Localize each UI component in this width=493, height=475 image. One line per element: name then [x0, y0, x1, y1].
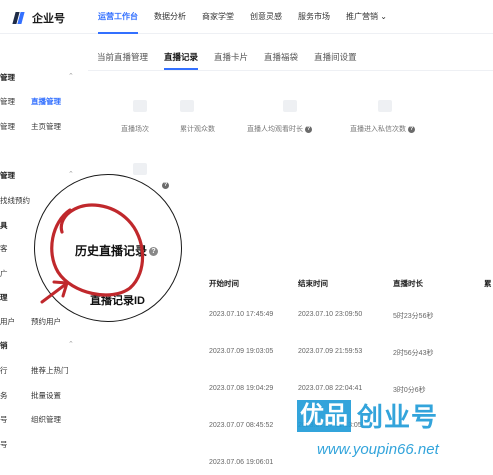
logo-icon — [12, 12, 28, 24]
sidebar-group[interactable]: 具 — [0, 220, 8, 231]
sidebar-group[interactable]: 销 — [0, 340, 8, 351]
stat-value-blurred — [378, 100, 392, 112]
watermark-box-text: 优品 — [297, 399, 351, 432]
table-cell-duration: 3时0分6秒 — [393, 387, 426, 394]
sidebar-item[interactable]: 找线预约 — [0, 195, 30, 206]
stat-value-blurred — [133, 100, 147, 112]
sidebar-item-org-management[interactable]: 组织管理 — [31, 414, 61, 425]
history-live-records-title: 历史直播记录? — [75, 242, 159, 259]
watermark: 优品 创业号 www.youpin66.net — [297, 397, 487, 467]
watermark-url: www.youpin66.net — [317, 441, 439, 458]
column-header-start: 开始时间 — [209, 279, 239, 288]
table-cell-start: 2023.07.09 19:03:05 — [209, 348, 274, 355]
chevron-up-icon[interactable]: ⌃ — [68, 170, 74, 178]
help-icon[interactable]: ? — [149, 247, 159, 257]
column-header-truncated: 累 — [484, 279, 492, 288]
nav-operations-workbench[interactable]: 运营工作台 — [90, 0, 146, 34]
tab-current-live[interactable]: 当前直播管理 — [97, 48, 148, 68]
sidebar-item-batch-settings[interactable]: 批量设置 — [31, 390, 61, 401]
sidebar-item-homepage[interactable]: 主页管理 — [31, 121, 61, 132]
column-header-duration: 直播时长 — [393, 279, 423, 288]
nav-merchant-school[interactable]: 商家学堂 — [194, 0, 242, 34]
sidebar-item[interactable]: 行 — [0, 365, 8, 376]
help-icon[interactable]: ? — [408, 125, 415, 133]
sidebar-item-recommend-hot[interactable]: 推荐上热门 — [31, 365, 69, 376]
sidebar-item[interactable]: 管理 — [0, 121, 15, 132]
stat-label-total-viewers: 累计观众数 — [180, 126, 215, 133]
table-cell-start: 2023.07.06 19:06:01 — [209, 459, 274, 466]
sidebar-item[interactable]: 用户 — [0, 316, 15, 327]
help-icon[interactable]: ? — [162, 182, 169, 189]
lens-title: 历史直播记录 — [75, 244, 148, 258]
magnifier-callout: 历史直播记录? 直播记录ID — [34, 174, 182, 322]
top-bar: 企业号 运营工作台 数据分析 商家学堂 创意灵感 服务市场 推广营销 ⌄ — [0, 0, 493, 34]
table-cell-start: 2023.07.08 19:04:29 — [209, 385, 274, 392]
stat-value-blurred — [180, 100, 194, 112]
stat-value-blurred — [133, 163, 147, 175]
tab-live-room-settings[interactable]: 直播间设置 — [314, 48, 357, 68]
nav-promotion-marketing[interactable]: 推广营销 ⌄ — [338, 0, 395, 34]
table-cell-start: 2023.07.10 17:45:49 — [209, 311, 274, 318]
sidebar-group[interactable]: 管理 — [0, 72, 15, 83]
stat-label-avg-watch-time: 直播人均观看时长 — [247, 126, 303, 133]
sidebar-item[interactable]: 客 — [0, 243, 8, 254]
tab-live-records[interactable]: 直播记录 — [164, 48, 199, 70]
table-cell-end: 2023.07.08 22:04:41 — [298, 385, 363, 392]
stat-value-blurred — [283, 100, 297, 112]
tab-live-lucky-bag[interactable]: 直播福袋 — [264, 48, 298, 68]
nav-service-market[interactable]: 服务市场 — [290, 0, 338, 34]
table-cell-end: 2023.07.10 23:09:50 — [298, 311, 363, 318]
lens-subtitle: 直播记录ID — [90, 295, 145, 307]
table-cell-start: 2023.07.07 08:45:52 — [209, 422, 274, 429]
help-icon[interactable]: ? — [305, 125, 312, 133]
table-cell-duration: 2时56分43秒 — [393, 350, 434, 357]
chevron-up-icon[interactable]: ⌃ — [68, 340, 74, 348]
sidebar-group[interactable]: 理 — [0, 292, 8, 303]
table-cell-end: 2023.07.09 21:59:53 — [298, 348, 363, 355]
stat-private-msg-count: 直播进入私信次数? — [350, 124, 415, 134]
stat-avg-watch-time: 直播人均观看时长? — [247, 124, 312, 134]
watermark-text: 创业号 — [357, 402, 439, 432]
sidebar-item-live-management[interactable]: 直播管理 — [31, 96, 61, 107]
top-nav: 运营工作台 数据分析 商家学堂 创意灵感 服务市场 推广营销 ⌄ — [90, 0, 395, 34]
sidebar-item[interactable]: 广 — [0, 268, 8, 279]
app-logo[interactable]: 企业号 — [12, 10, 65, 26]
column-header-end: 结束时间 — [298, 279, 328, 288]
sidebar-item-reserved-users[interactable]: 预约用户 — [31, 316, 61, 327]
watermark-brand: 优品 创业号 — [297, 397, 438, 434]
table-cell-duration: 5时23分56秒 — [393, 313, 434, 320]
sidebar-item[interactable]: 号 — [0, 414, 8, 425]
live-tabs: 当前直播管理 直播记录 直播卡片 直播福袋 直播间设置 — [97, 48, 373, 70]
sidebar-item[interactable]: 管理 — [0, 96, 15, 107]
stat-label-live-count: 直播场次 — [121, 126, 149, 133]
sidebar-group[interactable]: 管理 — [0, 170, 15, 181]
chevron-up-icon[interactable]: ⌃ — [68, 72, 74, 80]
sidebar-item[interactable]: 务 — [0, 390, 8, 401]
stat-label-private-msg: 直播进入私信次数 — [350, 126, 406, 133]
sidebar-item[interactable]: 号 — [0, 439, 8, 450]
nav-creative-inspiration[interactable]: 创意灵感 — [242, 0, 290, 34]
tab-divider — [88, 70, 493, 71]
nav-data-analysis[interactable]: 数据分析 — [146, 0, 194, 34]
logo-text: 企业号 — [32, 13, 65, 25]
tab-live-cards[interactable]: 直播卡片 — [214, 48, 248, 68]
